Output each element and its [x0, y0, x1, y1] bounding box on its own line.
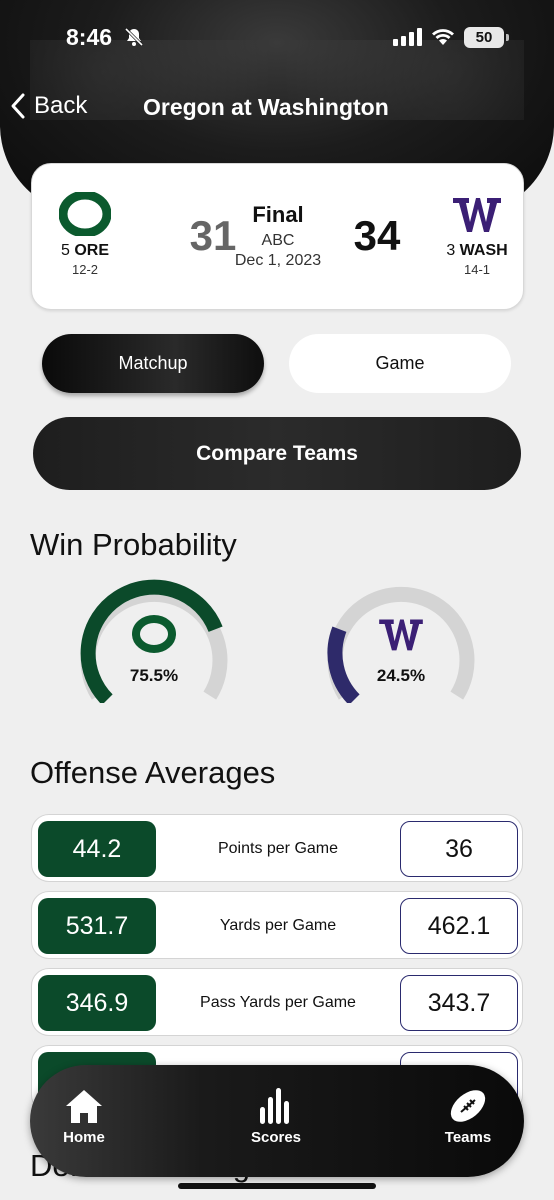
offense-averages-title: Offense Averages	[30, 755, 276, 790]
stat-row: 531.7 Yards per Game 462.1	[31, 891, 523, 959]
tab-scores-label: Scores	[250, 1129, 302, 1146]
away-win-probability-gauge: 75.5%	[79, 578, 229, 705]
away-team-name: 5 ORE	[40, 242, 130, 260]
home-team[interactable]: 3 WASH 14-1	[432, 192, 522, 277]
cell-signal-icon	[393, 28, 422, 46]
home-stat-value: 36	[400, 821, 518, 877]
back-button[interactable]: Back	[10, 92, 87, 120]
navigation-bar: Back Oregon at Washington	[0, 88, 554, 128]
bottom-tab-bar: Home Scores Teams	[30, 1065, 524, 1177]
away-team-record: 12-2	[71, 262, 99, 277]
back-label: Back	[34, 92, 88, 119]
washington-logo-icon	[453, 198, 501, 232]
matchup-tab[interactable]: Matchup	[42, 334, 264, 393]
wifi-icon	[432, 29, 454, 45]
away-stat-value: 531.7	[38, 898, 156, 954]
page-title: Oregon at Washington	[143, 94, 389, 120]
oregon-logo-icon	[132, 615, 176, 653]
stat-row: 346.9 Pass Yards per Game 343.7	[31, 968, 523, 1036]
tab-teams[interactable]: Teams	[413, 1087, 523, 1146]
tab-home[interactable]: Home	[29, 1087, 139, 1146]
tab-home-label: Home	[63, 1129, 105, 1146]
away-stat-value: 346.9	[38, 975, 156, 1031]
home-team-name: 3 WASH	[432, 242, 522, 260]
status-time: 8:46	[66, 24, 113, 50]
game-status: Final	[252, 202, 304, 227]
away-team-rank: 5	[60, 242, 70, 259]
away-stat-value: 44.2	[38, 821, 156, 877]
home-team-record: 14-1	[463, 262, 491, 277]
tab-teams-label: Teams	[444, 1129, 492, 1146]
home-team-rank: 3	[446, 242, 456, 259]
home-team-abbr: WASH	[459, 242, 508, 259]
away-team-abbr: ORE	[74, 242, 110, 259]
scoreboard-card: 5 ORE 12-2 31 Final ABC Dec 1, 2023 34 3…	[31, 163, 524, 310]
win-probability-title: Win Probability	[30, 527, 237, 562]
battery-nub	[506, 34, 509, 41]
home-stat-value: 462.1	[400, 898, 518, 954]
compare-teams-button[interactable]: Compare Teams	[33, 417, 521, 490]
football-icon	[450, 1090, 486, 1122]
oregon-logo-icon	[59, 192, 111, 236]
stat-label: Pass Yards per Game	[200, 994, 356, 1011]
home-win-probability: 24.5%	[376, 666, 426, 685]
bar-chart-icon	[260, 1088, 289, 1124]
status-bar: 8:46 50	[0, 20, 554, 56]
home-score: 34	[353, 212, 401, 259]
house-icon	[66, 1090, 102, 1123]
stat-label: Yards per Game	[219, 917, 337, 934]
bell-muted-icon	[124, 27, 144, 47]
game-info: Final ABC Dec 1, 2023	[218, 202, 338, 270]
away-team[interactable]: 5 ORE 12-2	[40, 192, 130, 277]
washington-logo-icon	[379, 619, 423, 651]
game-network: ABC	[261, 232, 295, 249]
game-tab[interactable]: Game	[289, 334, 511, 393]
home-indicator	[178, 1183, 376, 1189]
game-date: Dec 1, 2023	[234, 252, 322, 269]
home-stat-value: 343.7	[400, 975, 518, 1031]
battery-indicator: 50	[464, 27, 504, 48]
stat-row: 44.2 Points per Game 36	[31, 814, 523, 882]
stat-label: Points per Game	[217, 840, 339, 857]
away-win-probability: 75.5%	[129, 666, 179, 685]
chevron-left-icon	[11, 93, 25, 119]
tab-scores[interactable]: Scores	[221, 1087, 331, 1146]
home-win-probability-gauge: 24.5%	[326, 578, 476, 706]
